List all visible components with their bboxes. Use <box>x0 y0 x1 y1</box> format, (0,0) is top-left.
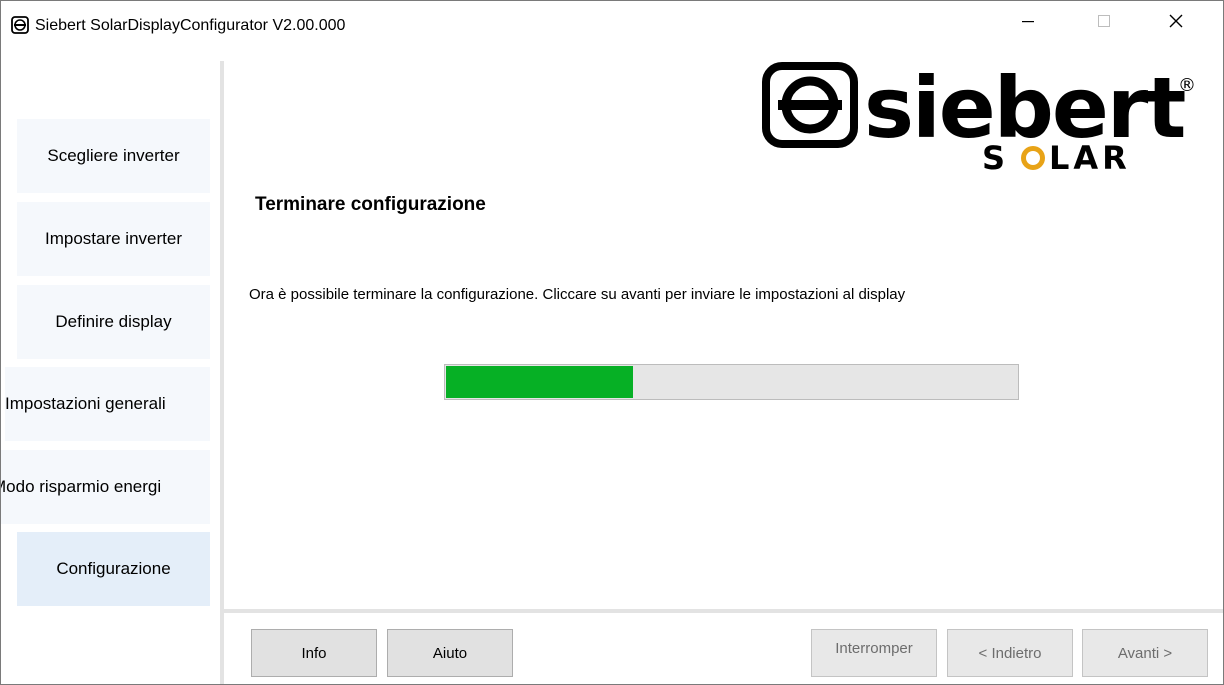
svg-text:LAR: LAR <box>1049 139 1131 177</box>
page-title: Terminare configurazione <box>255 194 486 215</box>
sidebar-item-impostazioni-generali[interactable]: Impostazioni generali <box>5 367 210 441</box>
cancel-button-label: Interromper <box>835 640 913 657</box>
minimize-button[interactable] <box>1005 1 1051 46</box>
logo-registered: ® <box>1178 75 1196 96</box>
siebert-logo-icon <box>11 16 29 34</box>
title-bar: Siebert SolarDisplayConfigurator V2.00.0… <box>1 1 1223 46</box>
cancel-button[interactable]: Interromper <box>811 629 937 677</box>
sidebar-item-configurazione[interactable]: Configurazione <box>17 532 210 606</box>
sidebar-item-modo-risparmio[interactable]: Modo risparmio energi <box>1 450 210 524</box>
sidebar-divider <box>220 61 224 684</box>
help-button[interactable]: Aiuto <box>387 629 513 677</box>
progress-bar <box>444 364 1019 400</box>
maximize-icon <box>1097 14 1111 33</box>
sidebar-item-scegliere-inverter[interactable]: Scegliere inverter <box>17 119 210 193</box>
progress-fill <box>446 366 634 398</box>
close-icon <box>1168 13 1184 34</box>
back-button-label: < Indietro <box>978 644 1042 662</box>
info-button-label: Info <box>301 644 327 662</box>
sidebar-item-label: Definire display <box>55 312 172 331</box>
sidebar-item-impostare-inverter[interactable]: Impostare inverter <box>17 202 210 276</box>
sidebar-item-label: Modo risparmio energi <box>1 477 162 496</box>
logo-brand: siebert <box>864 61 1185 157</box>
next-button-label: Avanti > <box>1117 644 1173 662</box>
app-window: Siebert SolarDisplayConfigurator V2.00.0… <box>0 0 1224 685</box>
bottom-divider <box>224 609 1223 613</box>
sidebar-item-label: Configurazione <box>56 559 171 578</box>
info-button[interactable]: Info <box>251 629 377 677</box>
help-button-label: Aiuto <box>432 644 468 662</box>
close-button[interactable] <box>1153 1 1199 46</box>
sidebar-item-definire-display[interactable]: Definire display <box>17 285 210 359</box>
sidebar-item-label: Scegliere inverter <box>47 146 180 165</box>
next-button[interactable]: Avanti > <box>1082 629 1208 677</box>
logo-sub: S <box>982 139 1009 177</box>
maximize-button[interactable] <box>1081 1 1127 46</box>
description-text: Ora è possibile terminare la configurazi… <box>249 286 906 303</box>
back-button[interactable]: < Indietro <box>947 629 1073 677</box>
sidebar-item-label: Impostare inverter <box>45 229 182 248</box>
minimize-icon <box>1021 14 1035 33</box>
sidebar-item-label: Impostazioni generali <box>5 394 166 413</box>
siebert-solar-logo: siebert ® S LAR <box>756 59 1206 181</box>
window-title: Siebert SolarDisplayConfigurator V2.00.0… <box>35 17 346 34</box>
